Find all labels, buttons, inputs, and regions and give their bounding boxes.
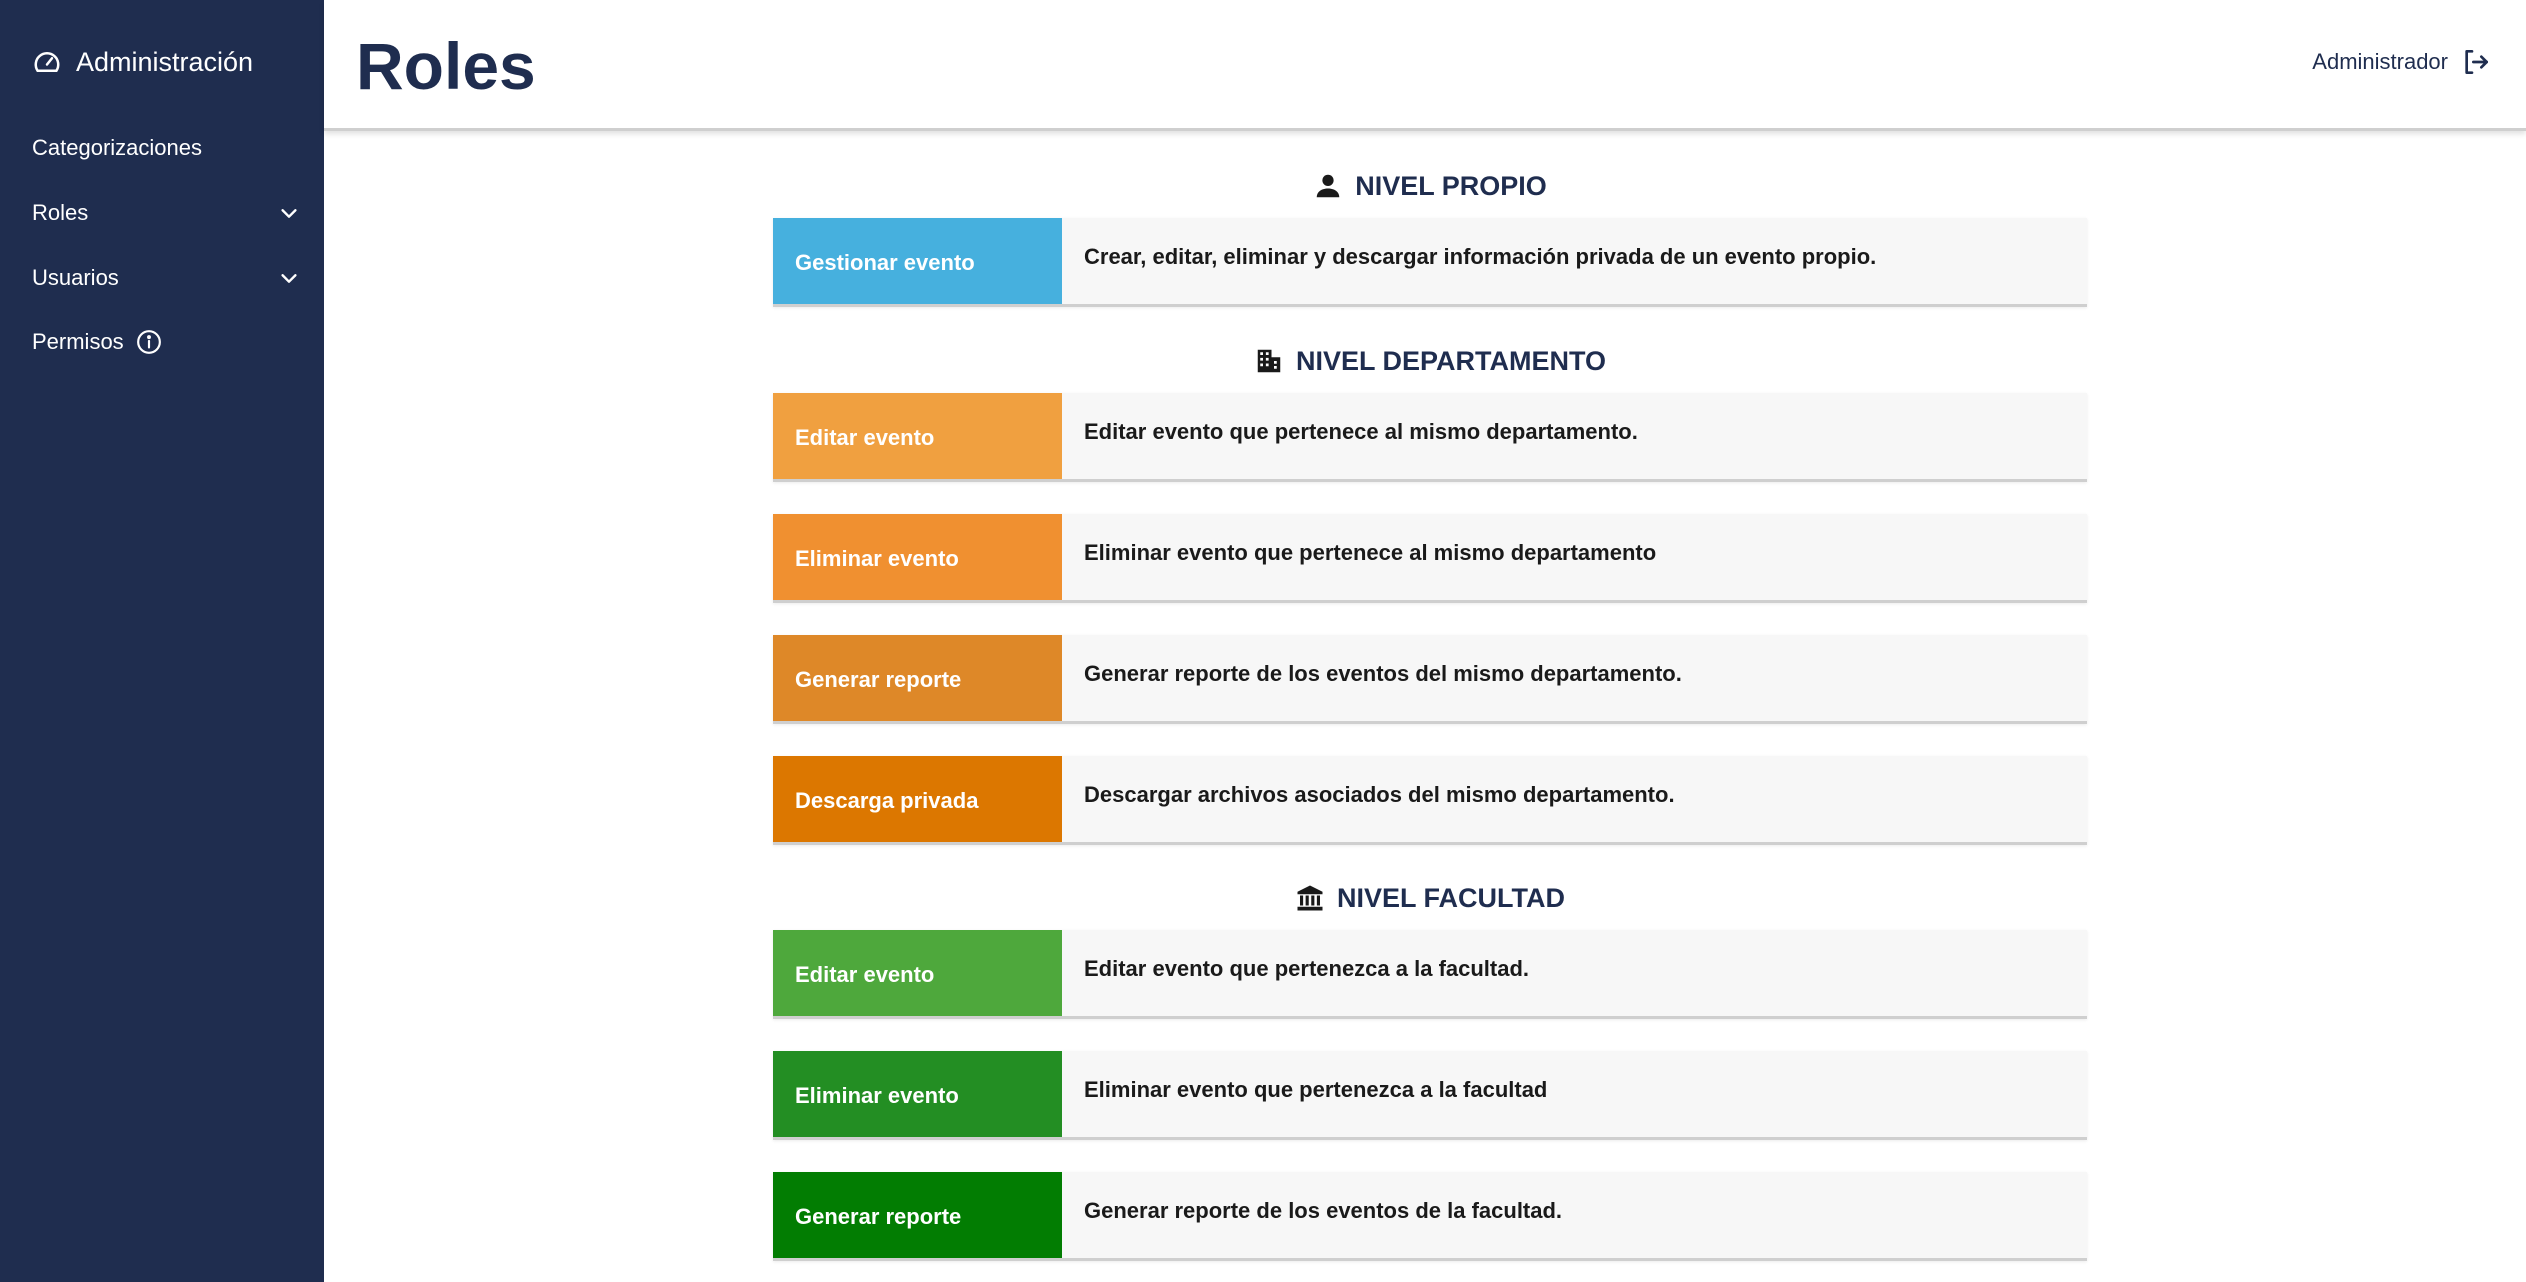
permission-row: Generar reporte Generar reporte de los e… [773, 1172, 2087, 1261]
section-title-nivel-departamento: NIVEL DEPARTAMENTO [773, 341, 2087, 381]
permission-description: Eliminar evento que pertenece al mismo d… [1084, 540, 1657, 565]
brand[interactable]: Administración [32, 44, 253, 80]
sidebar-item-roles[interactable]: Roles [32, 193, 300, 233]
permission-description: Generar reporte de los eventos del mismo… [1084, 661, 1682, 686]
chevron-down-icon [281, 274, 297, 283]
permission-description: Editar evento que pertenece al mismo dep… [1084, 419, 1638, 444]
permission-description: Descargar archivos asociados del mismo d… [1084, 782, 1675, 807]
building-icon [1257, 349, 1281, 373]
username: Administrador [2312, 49, 2448, 74]
permission-row: Gestionar evento Crear, editar, eliminar… [773, 218, 2087, 307]
permission-description: Crear, editar, eliminar y descargar info… [1084, 244, 1877, 269]
section-title-nivel-facultad: NIVEL FACULTAD [773, 878, 2087, 918]
section-title-label: NIVEL FACULTAD [1337, 882, 1565, 913]
user-menu[interactable]: Administrador [2312, 46, 2492, 78]
sidebar-item-label: Usuarios [32, 265, 119, 290]
sidebar-item-label: Categorizaciones [32, 135, 202, 160]
permission-row: Editar evento Editar evento que pertenec… [773, 393, 2087, 482]
info-icon[interactable] [136, 329, 162, 355]
permission-badge[interactable]: Gestionar evento [773, 218, 1062, 304]
logout-icon[interactable] [2460, 46, 2492, 78]
permission-row: Descarga privada Descargar archivos asoc… [773, 756, 2087, 845]
permission-badge[interactable]: Editar evento [773, 393, 1062, 479]
permission-badge[interactable]: Eliminar evento [773, 1051, 1062, 1137]
section-title-label: NIVEL DEPARTAMENTO [1295, 345, 1607, 376]
permission-badge[interactable]: Editar evento [773, 930, 1062, 1016]
sidebar-item-permisos[interactable]: Permisos [32, 322, 300, 362]
sidebar-item-categorizaciones[interactable]: Categorizaciones [32, 128, 300, 168]
permission-badge[interactable]: Generar reporte [773, 635, 1062, 721]
sidebar-item-usuarios[interactable]: Usuarios [32, 258, 300, 298]
permission-description: Eliminar evento que pertenezca a la facu… [1084, 1077, 1548, 1102]
permission-row: Generar reporte Generar reporte de los e… [773, 635, 2087, 724]
chevron-down-icon [281, 209, 297, 218]
permission-badge[interactable]: Descarga privada [773, 756, 1062, 842]
sidebar-item-label: Permisos [32, 329, 124, 354]
permission-badge[interactable]: Eliminar evento [773, 514, 1062, 600]
section-title-label: NIVEL PROPIO [1355, 170, 1547, 201]
sidebar-item-label: Roles [32, 200, 89, 225]
brand-label: Administración [76, 46, 254, 77]
permission-description: Generar reporte de los eventos de la fac… [1084, 1198, 1563, 1223]
permission-row: Eliminar evento Eliminar evento que pert… [773, 1051, 2087, 1140]
sidebar: Administración Categorizaciones Roles Us… [0, 0, 324, 1282]
page-title: Roles [356, 29, 536, 103]
permission-row: Eliminar evento Eliminar evento que pert… [773, 514, 2087, 603]
dashboard-gauge-icon [34, 52, 60, 72]
permission-badge[interactable]: Generar reporte [773, 1172, 1062, 1258]
page-header: Roles Administrador [324, 0, 2526, 131]
permission-description: Editar evento que pertenezca a la facult… [1084, 956, 1530, 981]
section-title-nivel-propio: NIVEL PROPIO [773, 166, 2087, 206]
institution-icon [1297, 885, 1323, 911]
permission-row: Editar evento Editar evento que pertenez… [773, 930, 2087, 1019]
person-icon [1316, 174, 1340, 198]
